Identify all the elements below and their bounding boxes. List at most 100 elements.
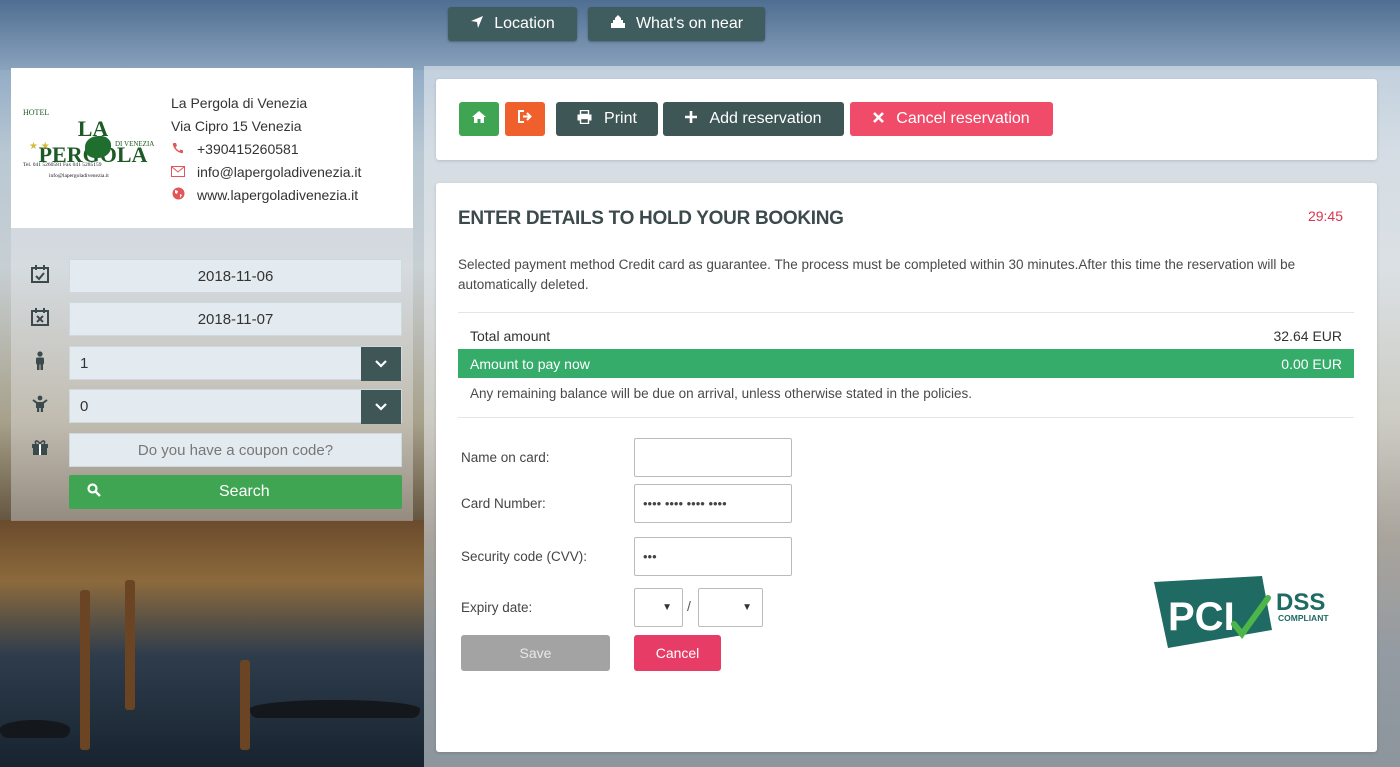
save-button[interactable]: Save xyxy=(461,635,610,671)
logo-stars-icon: ★ ★ xyxy=(29,141,50,152)
total-amount-row: Total amount 32.64 EUR xyxy=(458,324,1354,348)
card-number-input[interactable]: •••• •••• •••• •••• xyxy=(634,484,792,523)
adults-value: 1 xyxy=(80,354,89,372)
hotel-card: HOTEL LA PERGOLA ★ ★ DI VENEZIA Tel. 041… xyxy=(11,68,413,228)
hotel-phone-row[interactable]: +390415260581 xyxy=(171,138,361,161)
home-icon xyxy=(472,110,486,128)
location-arrow-icon xyxy=(470,15,484,34)
calendar-check-icon xyxy=(11,264,69,289)
envelope-icon xyxy=(171,161,185,184)
child-person-icon xyxy=(11,395,69,418)
expiry-separator: / xyxy=(687,598,691,614)
checkin-row: 2018-11-06 xyxy=(11,259,413,293)
checkout-date-field[interactable]: 2018-11-07 xyxy=(69,302,402,336)
caret-down-icon: ▼ xyxy=(742,602,752,613)
globe-icon xyxy=(171,184,185,207)
hotel-email-row[interactable]: info@lapergoladivenezia.it xyxy=(171,161,361,184)
svg-text:DSS: DSS xyxy=(1276,589,1325,616)
gondola xyxy=(250,700,420,718)
cancel-button[interactable]: Cancel xyxy=(634,635,721,671)
landmark-icon xyxy=(610,14,626,34)
logo-di-venezia: DI VENEZIA xyxy=(115,140,155,148)
hotel-name: La Pergola di Venezia xyxy=(171,95,308,111)
total-amount-label: Total amount xyxy=(470,328,551,344)
location-button[interactable]: Location xyxy=(448,7,577,41)
plus-icon xyxy=(685,110,698,128)
expiry-month-select[interactable]: ▼ xyxy=(634,588,683,627)
children-value: 0 xyxy=(80,397,89,415)
checkin-date-field[interactable]: 2018-11-06 xyxy=(69,259,402,293)
expiry-date-label: Expiry date: xyxy=(461,600,533,615)
cancel-reservation-label: Cancel reservation xyxy=(896,110,1030,127)
logout-button[interactable] xyxy=(505,102,545,136)
print-button[interactable]: Print xyxy=(556,102,658,136)
total-amount-value: 32.64 EUR xyxy=(1273,328,1342,344)
hotel-logo: HOTEL LA PERGOLA ★ ★ DI VENEZIA Tel. 041… xyxy=(23,108,163,198)
hotel-email: info@lapergoladivenezia.it xyxy=(197,164,362,180)
home-button[interactable] xyxy=(459,102,499,136)
booking-heading: ENTER DETAILS TO HOLD YOUR BOOKING xyxy=(458,208,844,229)
search-panel: 2018-11-06 2018-11-07 1 0 Do you have a … xyxy=(11,228,413,521)
hotel-phone: +390415260581 xyxy=(197,141,299,157)
location-label: Location xyxy=(494,15,555,32)
mooring-pole xyxy=(240,660,250,750)
svg-text:COMPLIANT: COMPLIANT xyxy=(1278,613,1329,623)
gift-icon xyxy=(11,439,69,461)
caret-down-icon: ▼ xyxy=(662,602,672,613)
chevron-down-icon[interactable] xyxy=(361,390,401,424)
payment-notice: Selected payment method Credit card as g… xyxy=(458,257,1296,292)
svg-text:PCI: PCI xyxy=(1168,595,1235,639)
phone-icon xyxy=(171,138,185,161)
name-on-card-input[interactable] xyxy=(634,438,792,477)
checkout-row: 2018-11-07 xyxy=(11,302,413,336)
add-reservation-button[interactable]: Add reservation xyxy=(663,102,844,136)
amount-to-pay-label: Amount to pay now xyxy=(470,355,590,372)
hotel-info: La Pergola di Venezia Via Cipro 15 Venez… xyxy=(171,92,361,207)
whats-on-near-label: What's on near xyxy=(635,15,744,32)
logo-leaf-icon xyxy=(85,136,111,158)
divider xyxy=(458,417,1354,418)
pci-dss-compliant-logo: PCI DSS COMPLIANT xyxy=(1154,576,1354,650)
print-icon xyxy=(577,109,592,129)
mooring-pole xyxy=(125,580,135,710)
amount-to-pay-value: 0.00 EUR xyxy=(1281,355,1342,372)
adult-person-icon xyxy=(11,350,69,376)
gondola xyxy=(0,720,70,738)
print-label: Print xyxy=(604,110,637,127)
close-icon xyxy=(873,110,885,128)
sign-out-icon xyxy=(517,110,533,128)
card-number-label: Card Number: xyxy=(461,496,546,511)
divider xyxy=(458,312,1354,313)
search-icon xyxy=(87,482,101,502)
whats-on-near-button[interactable]: What's on near xyxy=(588,7,765,41)
search-label: Search xyxy=(219,483,270,500)
amount-to-pay-row: Amount to pay now 0.00 EUR xyxy=(458,349,1354,378)
cancel-reservation-button[interactable]: Cancel reservation xyxy=(850,102,1053,136)
logo-contact: Tel. 041 5260581 Fax 041 5285159 info@la… xyxy=(23,160,163,182)
hotel-address: Via Cipro 15 Venezia xyxy=(171,118,302,134)
children-row: 0 xyxy=(11,389,413,424)
hotel-website-row[interactable]: www.lapergoladivenezia.it xyxy=(171,184,361,207)
coupon-row: Do you have a coupon code? xyxy=(11,433,413,467)
booking-card: ENTER DETAILS TO HOLD YOUR BOOKING 29:45… xyxy=(436,183,1377,752)
hotel-website: www.lapergoladivenezia.it xyxy=(197,187,359,203)
mooring-pole xyxy=(80,590,90,750)
adults-select[interactable]: 1 xyxy=(69,346,402,381)
cvv-label: Security code (CVV): xyxy=(461,549,588,564)
background-canal xyxy=(0,520,424,767)
children-select[interactable]: 0 xyxy=(69,389,402,424)
adults-row: 1 xyxy=(11,346,413,381)
calendar-x-icon xyxy=(11,307,69,332)
add-reservation-label: Add reservation xyxy=(709,110,822,127)
chevron-down-icon[interactable] xyxy=(361,347,401,381)
expiry-year-select[interactable]: ▼ xyxy=(698,588,763,627)
remaining-balance-note: Any remaining balance will be due on arr… xyxy=(470,386,973,401)
search-button[interactable]: Search xyxy=(69,475,402,509)
pci-dss-badge-icon: PCI DSS COMPLIANT xyxy=(1154,576,1329,648)
coupon-code-input[interactable]: Do you have a coupon code? xyxy=(69,433,402,467)
logo-tel: Tel. 041 5260581 Fax 041 5285159 xyxy=(23,162,102,168)
toolbar-card: Print Add reservation Cancel reservation xyxy=(436,79,1377,160)
name-on-card-label: Name on card: xyxy=(461,450,550,465)
cvv-input[interactable]: ••• xyxy=(634,537,792,576)
logo-email: info@lapergoladivenezia.it xyxy=(49,173,109,179)
